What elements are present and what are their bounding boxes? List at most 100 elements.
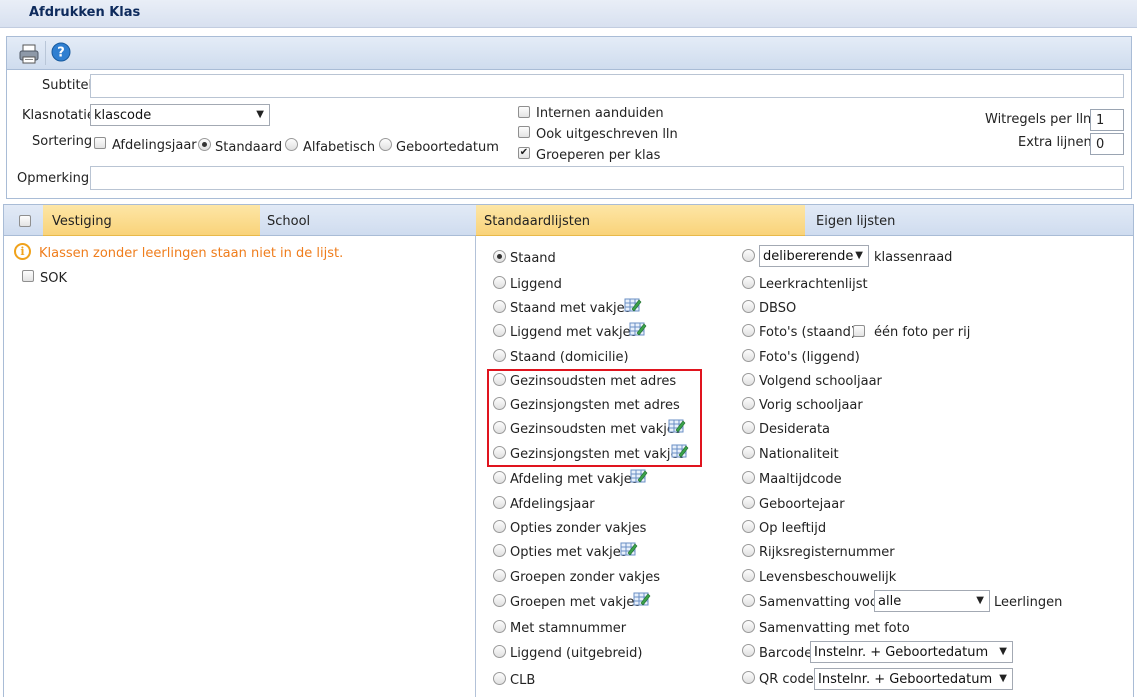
sortering-label: Sortering	[32, 134, 93, 149]
qr-code-radio[interactable]	[742, 671, 755, 684]
klassenraad-select[interactable]: delibererende ▼	[759, 245, 869, 267]
maaltijdcode-radio[interactable]	[742, 471, 755, 484]
highlight-box	[487, 369, 702, 467]
tab-standaardlijsten[interactable]: Standaardlijsten	[476, 205, 805, 236]
groeperen-label: Groeperen per klas	[536, 148, 661, 163]
klassenraad-radio[interactable]	[742, 249, 755, 262]
grid-edit-icon[interactable]	[624, 297, 642, 313]
sort-geboortedatum-radio[interactable]	[379, 138, 392, 151]
class-sok-checkbox[interactable]	[22, 270, 34, 282]
standard-list-radio[interactable]	[493, 300, 506, 313]
grid-edit-icon[interactable]	[629, 321, 647, 337]
standard-list-radio[interactable]	[493, 672, 506, 685]
volgend-schooljaar-radio[interactable]	[742, 373, 755, 386]
fotos-staand-radio[interactable]	[742, 324, 755, 337]
sort-afdelingsjaar-checkbox[interactable]	[94, 137, 106, 149]
tab-school[interactable]: School	[267, 205, 467, 236]
qr-code-label: QR code	[759, 672, 814, 687]
standard-list-label: Staand met vakjes	[510, 301, 632, 316]
standard-list-radio[interactable]	[493, 471, 506, 484]
standard-list-radio[interactable]	[493, 544, 506, 557]
info-warning-icon: i	[14, 243, 31, 260]
leerkrachtenlijst-label: Leerkrachtenlijst	[759, 277, 868, 292]
tab-vestiging[interactable]: Vestiging	[43, 205, 260, 236]
samenvatting-select[interactable]: alle ▼	[874, 590, 990, 612]
geboortejaar-label: Geboortejaar	[759, 497, 845, 512]
rijksregisternummer-radio[interactable]	[742, 544, 755, 557]
help-icon[interactable]: ?	[50, 41, 72, 63]
desiderata-radio[interactable]	[742, 421, 755, 434]
standard-list-label: Groepen met vakjes	[510, 595, 642, 610]
een-foto-per-rij-checkbox[interactable]	[853, 325, 865, 337]
standard-list-radio[interactable]	[493, 324, 506, 337]
witregels-input[interactable]: 1	[1090, 109, 1124, 131]
uitgeschreven-label: Ook uitgeschreven lln	[536, 127, 678, 142]
nationaliteit-radio[interactable]	[742, 446, 755, 459]
standard-list-label: Afdeling met vakjes	[510, 472, 639, 487]
klasnotatie-select[interactable]: klascode ▼	[90, 104, 270, 126]
fotos-liggend-radio[interactable]	[742, 349, 755, 362]
nationaliteit-label: Nationaliteit	[759, 447, 839, 462]
standard-list-label: Opties zonder vakjes	[510, 521, 647, 536]
internen-checkbox[interactable]	[518, 106, 530, 118]
barcode-select-value: Instelnr. + Geboortedatum	[814, 645, 989, 660]
standard-list-label: Staand	[510, 251, 556, 266]
standard-list-radio[interactable]	[493, 594, 506, 607]
chevron-down-icon: ▼	[976, 595, 984, 606]
op-leeftijd-radio[interactable]	[742, 520, 755, 533]
standard-list-radio[interactable]	[493, 520, 506, 533]
sort-standaard-radio[interactable]	[198, 138, 211, 151]
sort-alfabetisch-label: Alfabetisch	[303, 140, 376, 155]
uitgeschreven-checkbox[interactable]	[518, 126, 530, 138]
standard-list-radio[interactable]	[493, 250, 506, 263]
standard-list-radio[interactable]	[493, 349, 506, 362]
klasnotatie-label: Klasnotatie	[22, 108, 95, 123]
opmerking-input[interactable]	[90, 166, 1124, 190]
standard-list-radio[interactable]	[493, 620, 506, 633]
fotos-liggend-label: Foto's (liggend)	[759, 350, 860, 365]
extra-lijnen-label: Extra lijnen	[1018, 135, 1092, 150]
barcode-select[interactable]: Instelnr. + Geboortedatum ▼	[810, 641, 1013, 663]
barcode-radio[interactable]	[742, 644, 755, 657]
standard-list-label: CLB	[510, 673, 536, 688]
title-bar: Afdrukken Klas	[0, 0, 1137, 28]
select-all-checkbox[interactable]	[19, 215, 31, 227]
samenvatting-select-value: alle	[878, 594, 902, 609]
sort-alfabetisch-radio[interactable]	[285, 138, 298, 151]
standard-list-radio[interactable]	[493, 276, 506, 289]
sort-standaard-label: Standaard	[215, 140, 283, 155]
maaltijdcode-label: Maaltijdcode	[759, 472, 842, 487]
een-foto-per-rij-label: één foto per rij	[874, 325, 971, 340]
samenvatting-met-foto-radio[interactable]	[742, 620, 755, 633]
samenvatting-met-foto-label: Samenvatting met foto	[759, 621, 910, 636]
grid-edit-icon[interactable]	[633, 591, 651, 607]
standard-list-label: Staand (domicilie)	[510, 350, 629, 365]
printer-icon[interactable]	[18, 43, 40, 65]
groeperen-checkbox[interactable]: ✔	[518, 147, 530, 159]
standard-list-radio[interactable]	[493, 569, 506, 582]
leerkrachtenlijst-radio[interactable]	[742, 276, 755, 289]
subtitle-input[interactable]	[90, 74, 1124, 98]
chevron-down-icon: ▼	[256, 109, 264, 120]
sort-afdelingsjaar-label: Afdelingsjaar	[112, 138, 197, 153]
qr-code-select[interactable]: Instelnr. + Geboortedatum ▼	[814, 668, 1013, 690]
standard-list-radio[interactable]	[493, 496, 506, 509]
klassenraad-label: klassenraad	[874, 250, 953, 265]
standard-list-radio[interactable]	[493, 645, 506, 658]
qr-code-select-value: Instelnr. + Geboortedatum	[818, 672, 993, 687]
standard-list-label: Afdelingsjaar	[510, 497, 595, 512]
standard-list-label: Liggend	[510, 277, 562, 292]
barcode-label: Barcode	[759, 646, 813, 661]
geboortejaar-radio[interactable]	[742, 496, 755, 509]
tab-eigen-lijsten[interactable]: Eigen lijsten	[816, 205, 1016, 236]
rijksregisternummer-label: Rijksregisternummer	[759, 545, 895, 560]
chevron-down-icon: ▼	[999, 673, 1007, 684]
column-divider	[475, 236, 476, 697]
vorig-schooljaar-radio[interactable]	[742, 397, 755, 410]
extra-lijnen-input[interactable]: 0	[1090, 133, 1124, 155]
grid-edit-icon[interactable]	[630, 468, 648, 484]
samenvatting-voor-radio[interactable]	[742, 594, 755, 607]
levensbeschouwelijk-radio[interactable]	[742, 569, 755, 582]
dbso-radio[interactable]	[742, 300, 755, 313]
grid-edit-icon[interactable]	[620, 541, 638, 557]
